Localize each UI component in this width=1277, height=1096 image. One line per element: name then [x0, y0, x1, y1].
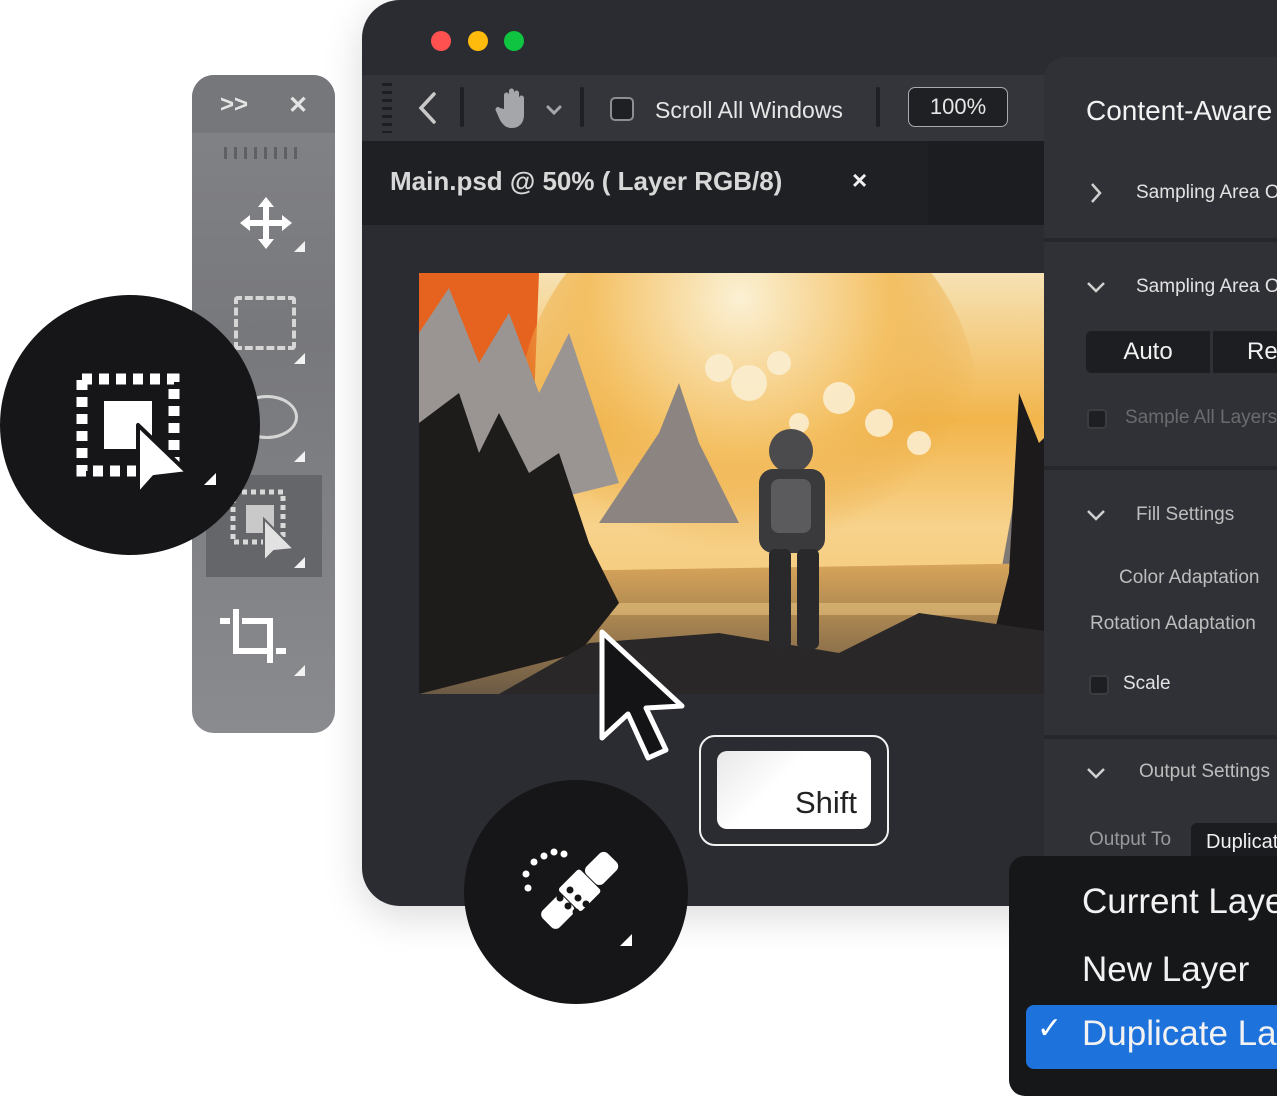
submenu-indicator-icon: [294, 665, 305, 676]
chevron-down-icon: [1087, 768, 1105, 779]
chevron-left-icon: [418, 92, 436, 124]
close-window-button[interactable]: [431, 31, 451, 51]
zoom-level-field[interactable]: 100%: [908, 87, 1008, 127]
section-label: Sampling Area Options: [1136, 276, 1277, 297]
crop-tool-button[interactable]: [218, 605, 308, 679]
scale-label: Scale: [1123, 673, 1171, 694]
sampling-mode-auto-button[interactable]: Auto: [1086, 331, 1210, 373]
document-tab-title: Main.psd @ 50% ( Layer RGB/8): [390, 166, 783, 196]
chevron-down-icon: [546, 105, 562, 116]
sample-all-layers-label: Sample All Layers: [1125, 407, 1277, 428]
dropdown-option-label: Duplicate Layer: [1082, 1014, 1277, 1053]
tool-dropdown-button[interactable]: [545, 103, 563, 116]
featured-healing-brush-tool: [464, 780, 688, 1004]
options-toolbar: Scroll All Windows 100%: [362, 75, 1052, 141]
rectangular-marquee-tool-button[interactable]: [232, 293, 308, 365]
content-aware-fill-panel: Content-Aware Fill Sampling Area Options…: [1044, 57, 1277, 857]
toolbar-separator: [460, 87, 464, 127]
rectangular-marquee-icon: [234, 296, 296, 350]
scale-checkbox[interactable]: [1089, 675, 1109, 695]
panel-title: Content-Aware Fill: [1086, 95, 1277, 126]
output-to-select[interactable]: Duplicate Layer: [1191, 823, 1277, 857]
hand-tool-button[interactable]: [494, 87, 530, 129]
submenu-indicator-icon: [294, 557, 305, 568]
astronaut-landscape-artwork: [419, 273, 1059, 694]
crop-icon: [220, 609, 286, 663]
section-divider: [1044, 466, 1277, 470]
section-label: Sampling Area Options: [1136, 182, 1277, 203]
move-tool-button[interactable]: [232, 193, 308, 255]
shift-keycap: Shift: [717, 751, 871, 829]
healing-brush-icon: [522, 848, 632, 946]
scroll-all-windows-checkbox[interactable]: [610, 97, 634, 121]
sampling-area-expanded-row[interactable]: Sampling Area Options: [1044, 267, 1277, 307]
expand-panel-button[interactable]: >>: [220, 91, 248, 119]
move-icon: [240, 197, 292, 249]
submenu-indicator-icon: [294, 241, 305, 252]
fill-settings-row[interactable]: Fill Settings: [1044, 497, 1277, 537]
toolbar-separator: [876, 87, 880, 127]
chevron-down-icon: [1087, 282, 1105, 293]
section-label: Output Settings: [1139, 761, 1270, 782]
tools-panel-header: >> ✕: [192, 75, 335, 133]
toolbar-grip-handle[interactable]: [382, 83, 392, 133]
color-adaptation-label: Color Adaptation: [1119, 567, 1260, 588]
close-tab-button[interactable]: ×: [852, 165, 867, 196]
shift-key: Shift: [699, 735, 889, 846]
sampling-mode-rectangular-button[interactable]: Rectangular: [1213, 331, 1277, 373]
section-label: Fill Settings: [1136, 504, 1235, 525]
dropdown-option-new-layer[interactable]: New Layer: [1082, 950, 1249, 990]
maximize-window-button[interactable]: [504, 31, 524, 51]
panel-drag-handle[interactable]: [224, 147, 302, 159]
output-to-label: Output To: [1089, 829, 1172, 850]
minimize-window-button[interactable]: [468, 31, 488, 51]
featured-object-selection-tool: [0, 295, 260, 555]
section-divider: [1044, 735, 1277, 739]
hand-icon: [495, 88, 524, 128]
sampling-area-collapsed-row[interactable]: Sampling Area Options: [1044, 172, 1277, 212]
output-settings-row[interactable]: Output Settings: [1044, 757, 1277, 797]
scroll-all-windows-label: Scroll All Windows: [655, 97, 843, 123]
mouse-cursor-icon: [599, 629, 685, 761]
rotation-adaptation-label: Rotation Adaptation: [1090, 613, 1256, 634]
dropdown-option-current-layer[interactable]: Current Layer: [1082, 882, 1277, 922]
shift-key-label: Shift: [794, 785, 857, 820]
chevron-down-icon: [1087, 510, 1105, 521]
back-button[interactable]: [414, 90, 440, 126]
section-divider: [1044, 238, 1277, 242]
canvas-image[interactable]: [419, 273, 1059, 694]
tab-bar-empty: [928, 141, 1052, 225]
document-tab[interactable]: Main.psd @ 50% ( Layer RGB/8) ×: [362, 141, 928, 225]
object-selection-icon: [76, 373, 216, 497]
checkmark-icon: ✓: [1037, 1012, 1063, 1045]
toolbar-separator: [580, 87, 584, 127]
output-to-dropdown-menu: Current Layer New Layer ✓ Duplicate Laye…: [1009, 856, 1277, 1096]
chevron-right-icon: [1091, 183, 1102, 203]
close-panel-button[interactable]: ✕: [288, 91, 308, 120]
submenu-indicator-icon: [294, 451, 305, 462]
submenu-indicator-icon: [294, 353, 305, 364]
object-selection-icon: [230, 489, 297, 564]
sample-all-layers-checkbox[interactable]: [1087, 409, 1107, 429]
